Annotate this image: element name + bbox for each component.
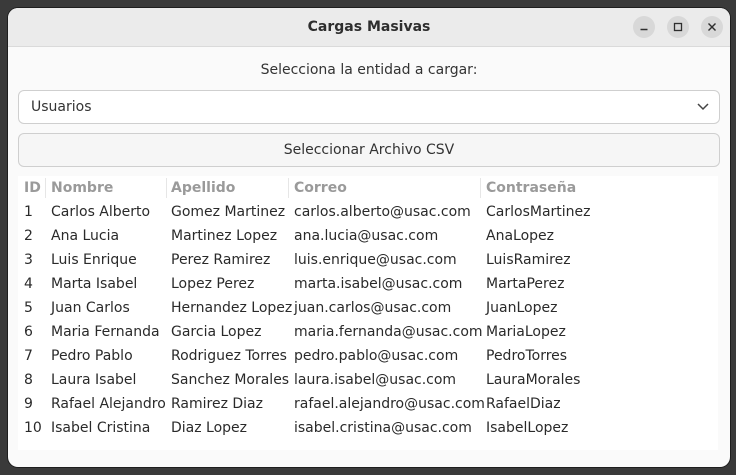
- cell-contrasena: LauraMorales: [486, 372, 581, 388]
- cell-id: 3: [24, 252, 33, 268]
- cell-contrasena: LuisRamirez: [486, 252, 571, 268]
- cell-nombre: Luis Enrique: [51, 252, 137, 268]
- cell-correo: maria.fernanda@usac.com: [294, 324, 483, 340]
- cell-apellido: Diaz Lopez: [171, 420, 248, 436]
- cell-correo: pedro.pablo@usac.com: [294, 348, 459, 364]
- header-correo[interactable]: Correo: [294, 176, 347, 200]
- cell-id: 5: [24, 300, 33, 316]
- header-apellido[interactable]: Apellido: [171, 176, 235, 200]
- table-row[interactable]: 7 Pedro Pablo Rodriguez Torres pedro.pablo@…: [18, 344, 718, 368]
- cell-correo: rafael.alejandro@usac.com: [294, 396, 485, 412]
- table-row[interactable]: 9 Rafael Alejandro Ramirez Diaz rafael.alej…: [18, 392, 718, 416]
- cell-nombre: Maria Fernanda: [51, 324, 160, 340]
- cell-apellido: Perez Ramirez: [171, 252, 271, 268]
- cell-apellido: Gomez Martinez: [171, 204, 286, 220]
- table-row[interactable]: 10 Isabel Cristina Diaz Lopez isabel.cristi…: [18, 416, 718, 440]
- cell-nombre: Pedro Pablo: [51, 348, 133, 364]
- cell-contrasena: CarlosMartinez: [486, 204, 591, 220]
- maximize-icon: [673, 22, 683, 32]
- maximize-button[interactable]: [667, 16, 689, 38]
- entity-prompt-label: Selecciona la entidad a cargar:: [260, 62, 478, 78]
- cell-nombre: Marta Isabel: [51, 276, 138, 292]
- cell-correo: laura.isabel@usac.com: [294, 372, 457, 388]
- header-contrasena[interactable]: Contraseña: [486, 176, 576, 200]
- cell-contrasena: MariaLopez: [486, 324, 566, 340]
- cell-apellido: Rodriguez Torres: [171, 348, 287, 364]
- column-separator: [288, 178, 289, 198]
- cell-correo: ana.lucia@usac.com: [294, 228, 439, 244]
- cell-nombre: Rafael Alejandro: [51, 396, 166, 412]
- table-row[interactable]: 8 Laura Isabel Sanchez Morales laura.isabel…: [18, 368, 718, 392]
- cell-id: 9: [24, 396, 33, 412]
- cell-id: 6: [24, 324, 33, 340]
- table-row[interactable]: 1 Carlos Alberto Gomez Martinez carlos.albe…: [18, 200, 718, 224]
- cell-correo: isabel.cristina@usac.com: [294, 420, 472, 436]
- cell-contrasena: AnaLopez: [486, 228, 554, 244]
- table-row[interactable]: 3 Luis Enrique Perez Ramirez luis.enrique@u…: [18, 248, 718, 272]
- table-row[interactable]: 6 Maria Fernanda Garcia Lopez maria.fernand…: [18, 320, 718, 344]
- cell-apellido: Sanchez Morales: [171, 372, 290, 388]
- column-separator: [166, 178, 167, 198]
- cell-contrasena: MartaPerez: [486, 276, 565, 292]
- chevron-down-icon: [697, 103, 709, 111]
- header-nombre[interactable]: Nombre: [51, 176, 113, 200]
- cell-contrasena: IsabelLopez: [486, 420, 569, 436]
- cell-apellido: Ramirez Diaz: [171, 396, 263, 412]
- app-window: Cargas Masivas Selecciona la entidad a c…: [8, 8, 730, 467]
- close-icon: [708, 23, 716, 31]
- cell-id: 7: [24, 348, 33, 364]
- cell-correo: carlos.alberto@usac.com: [294, 204, 471, 220]
- data-table: ID Nombre Apellido Correo Contraseña 1 Ca…: [18, 176, 718, 450]
- cell-nombre: Carlos Alberto: [51, 204, 151, 220]
- cell-contrasena: PedroTorres: [486, 348, 568, 364]
- column-separator: [480, 178, 481, 198]
- cell-id: 10: [24, 420, 42, 436]
- close-button[interactable]: [701, 16, 723, 38]
- table-row[interactable]: 2 Ana Lucia Martinez Lopez ana.lucia@usac.c…: [18, 224, 718, 248]
- cell-contrasena: JuanLopez: [486, 300, 558, 316]
- entity-dropdown-value: Usuarios: [31, 99, 92, 115]
- cell-id: 4: [24, 276, 33, 292]
- cell-correo: luis.enrique@usac.com: [294, 252, 457, 268]
- table-header-row: ID Nombre Apellido Correo Contraseña: [18, 176, 718, 200]
- cell-apellido: Martinez Lopez: [171, 228, 278, 244]
- cell-correo: marta.isabel@usac.com: [294, 276, 463, 292]
- cell-nombre: Juan Carlos: [51, 300, 130, 316]
- cell-correo: juan.carlos@usac.com: [294, 300, 452, 316]
- cell-apellido: Garcia Lopez: [171, 324, 262, 340]
- cell-nombre: Isabel Cristina: [51, 420, 151, 436]
- minimize-icon: [640, 28, 648, 31]
- entity-dropdown[interactable]: Usuarios: [18, 90, 720, 124]
- column-separator: [45, 178, 46, 198]
- title-bar[interactable]: Cargas Masivas: [8, 8, 730, 47]
- minimize-button[interactable]: [633, 16, 655, 38]
- cell-id: 1: [24, 204, 33, 220]
- table-row[interactable]: 4 Marta Isabel Lopez Perez marta.isabel@usa…: [18, 272, 718, 296]
- window-title: Cargas Masivas: [307, 19, 431, 35]
- cell-nombre: Ana Lucia: [51, 228, 120, 244]
- cell-id: 2: [24, 228, 33, 244]
- select-csv-button[interactable]: Seleccionar Archivo CSV: [18, 133, 720, 167]
- cell-apellido: Lopez Perez: [171, 276, 255, 292]
- table-row[interactable]: 5 Juan Carlos Hernandez Lopez juan.carlos@u…: [18, 296, 718, 320]
- cell-id: 8: [24, 372, 33, 388]
- cell-contrasena: RafaelDiaz: [486, 396, 561, 412]
- cell-nombre: Laura Isabel: [51, 372, 137, 388]
- header-id[interactable]: ID: [24, 176, 41, 200]
- cell-apellido: Hernandez Lopez: [171, 300, 293, 316]
